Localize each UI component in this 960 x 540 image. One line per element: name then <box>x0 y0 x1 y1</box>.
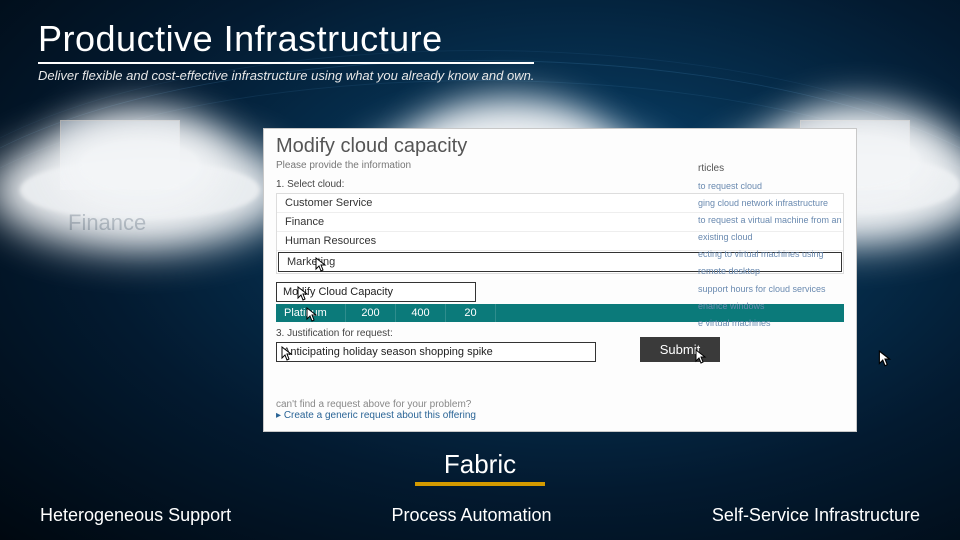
cloud-shape <box>80 140 200 190</box>
justification-field[interactable]: Anticipating holiday season shopping spi… <box>276 342 596 362</box>
field-value: Modify Cloud Capacity <box>283 286 393 298</box>
footer-question: can't find a request above for your prob… <box>276 399 476 410</box>
submit-label: Submit <box>660 342 700 357</box>
bottom-process: Process Automation <box>391 505 551 526</box>
fabric-heading: Fabric <box>415 449 545 480</box>
submit-button[interactable]: Submit <box>640 337 720 362</box>
article-link[interactable]: e virtual machines <box>698 315 848 332</box>
articles-heading: rticles <box>698 159 848 178</box>
article-link[interactable]: ecting to virtual machines using remote … <box>698 246 848 280</box>
article-link[interactable]: enance windows <box>698 298 848 315</box>
value-cell: 20 <box>446 304 496 322</box>
bottom-hetero: Heterogeneous Support <box>40 505 231 526</box>
modify-capacity-field[interactable]: Modify Cloud Capacity <box>276 282 476 302</box>
cloud-label-finance: Finance <box>68 210 146 236</box>
tier-cell: Platinum <box>276 304 346 322</box>
fabric-underline <box>415 482 545 486</box>
cursor-icon <box>878 350 892 368</box>
panel-header: Modify cloud capacity <box>264 129 856 160</box>
article-link[interactable]: ging cloud network infrastructure <box>698 195 848 212</box>
page-subtitle: Deliver flexible and cost-effective infr… <box>38 68 534 83</box>
title-underline <box>38 62 534 64</box>
value-cell: 200 <box>346 304 396 322</box>
field-value: Anticipating holiday season shopping spi… <box>283 346 493 358</box>
footer-link[interactable]: ▸ Create a generic request about this of… <box>276 410 476 421</box>
modify-cloud-panel: Modify cloud capacity Please provide the… <box>263 128 857 432</box>
value-cell: 400 <box>396 304 446 322</box>
article-link[interactable]: to request cloud <box>698 178 848 195</box>
list-item-label: Marketing <box>287 256 335 268</box>
bottom-selfservice: Self-Service Infrastructure <box>712 505 920 526</box>
article-link[interactable]: support hours for cloud services <box>698 281 848 298</box>
page-title: Productive Infrastructure <box>38 18 534 60</box>
article-link[interactable]: to request a virtual machine from an exi… <box>698 212 848 246</box>
